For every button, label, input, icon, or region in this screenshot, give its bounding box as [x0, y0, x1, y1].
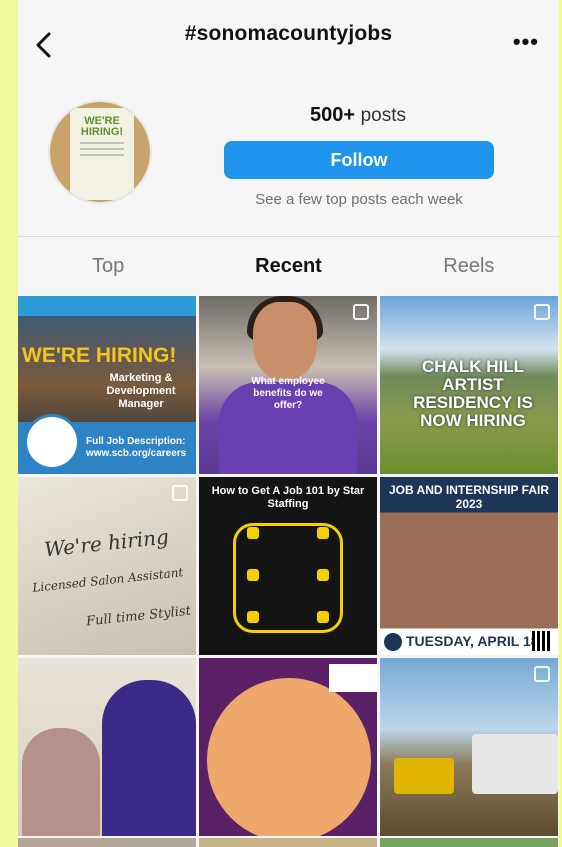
post-overlay-text: What employee benefits do we offer?	[251, 376, 325, 411]
multi-post-icon	[534, 304, 550, 320]
avatar-card: WE'RE HIRING!	[70, 108, 134, 200]
county-seal-icon	[384, 633, 402, 651]
post-script-text: Full time Stylist	[85, 603, 192, 630]
posts-count-row: 500+ posts	[224, 104, 492, 127]
multi-post-icon	[534, 666, 550, 682]
hashtag-avatar: WE'RE HIRING!	[48, 100, 152, 204]
avatar-text: WE'RE HIRING!	[80, 115, 124, 138]
back-button[interactable]	[28, 28, 58, 62]
avatar-line	[80, 154, 124, 156]
post-title: WE'RE HIRING!	[22, 344, 177, 367]
person-figure	[22, 728, 100, 836]
post-tile[interactable]	[199, 658, 377, 836]
tile-band	[18, 296, 196, 316]
post-tile[interactable]: CHALK HILL ARTIST RESIDENCY IS NOW HIRIN…	[380, 296, 558, 474]
org-logo	[24, 414, 80, 470]
more-options-button[interactable]: •••	[513, 31, 539, 53]
wifi-icon	[247, 527, 259, 539]
post-tile[interactable]: We're hiring Licensed Salon Assistant Fu…	[18, 477, 196, 655]
post-script-text: Licensed Salon Assistant	[31, 565, 184, 595]
tab-recent[interactable]: Recent	[198, 237, 378, 296]
page-title: #sonomacountyjobs	[184, 22, 393, 45]
post-stats: 500+ posts	[224, 104, 492, 127]
follow-subtitle: See a few top posts each week	[255, 191, 463, 208]
post-tile-peek[interactable]	[18, 838, 196, 847]
post-tile[interactable]: How to Get A Job 101 by Star Staffing	[199, 477, 377, 655]
phone-icon	[247, 569, 259, 581]
multi-post-icon	[172, 485, 188, 501]
post-role: Marketing & Development Manager	[106, 372, 176, 410]
post-tile[interactable]: JOB AND INTERNSHIP FAIR 2023 TUESDAY, AP…	[380, 477, 558, 655]
app-frame: #sonomacountyjobs ••• WE'RE HIRING! 500+…	[18, 0, 559, 847]
post-script-text: We're hiring	[43, 524, 170, 562]
post-title: How to Get A Job 101 by Star Staffing	[211, 485, 365, 510]
avatar-line	[80, 142, 124, 144]
post-tile[interactable]	[18, 658, 196, 836]
bulldozer-shape	[394, 758, 454, 794]
heart-icon	[317, 611, 329, 623]
list-icon	[317, 569, 329, 581]
follow-button[interactable]: Follow	[224, 141, 494, 179]
multi-post-icon	[353, 304, 369, 320]
truck-shape	[472, 734, 558, 794]
person-face	[253, 302, 317, 380]
tab-reels[interactable]: Reels	[379, 237, 559, 296]
post-title: JOB AND INTERNSHIP FAIR 2023	[388, 483, 550, 511]
search-icon	[317, 527, 329, 539]
post-footer: Full Job Description: www.scb.org/career…	[86, 436, 187, 459]
next-row-peek	[18, 838, 559, 847]
post-tile[interactable]: What employee benefits do we offer?	[199, 296, 377, 474]
photo-circle	[207, 678, 371, 836]
person-figure	[102, 680, 196, 836]
posts-count: 500+	[309, 104, 356, 126]
chevron-left-icon	[36, 32, 51, 58]
posts-label: posts	[360, 105, 407, 126]
post-overlay-text: CHALK HILL ARTIST RESIDENCY IS NOW HIRIN…	[413, 357, 533, 430]
more-horizontal-icon: •••	[512, 29, 539, 54]
post-tile-peek[interactable]	[380, 838, 558, 847]
org-logo	[329, 664, 377, 692]
tab-top[interactable]: Top	[18, 237, 198, 296]
post-tile[interactable]: WE'RE HIRING! Marketing & Development Ma…	[18, 296, 196, 474]
top-bar: #sonomacountyjobs •••	[18, 0, 559, 78]
post-tile-peek[interactable]	[199, 838, 377, 847]
post-tile[interactable]	[380, 658, 558, 836]
handshake-icon	[247, 611, 259, 623]
post-date: TUESDAY, APRIL 18	[406, 633, 539, 649]
post-grid: WE'RE HIRING! Marketing & Development Ma…	[18, 296, 559, 836]
qr-code-icon	[532, 631, 552, 651]
avatar-line	[80, 148, 124, 150]
tab-bar: Top Recent Reels	[18, 236, 559, 296]
